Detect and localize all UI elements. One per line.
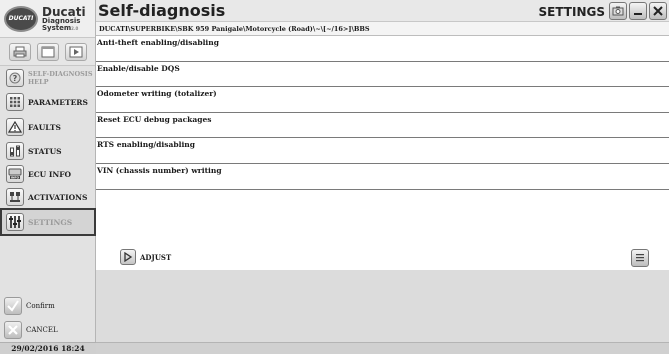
sidebar-item-label: ECU INFO xyxy=(28,169,72,179)
confirm-label: Confirm xyxy=(26,302,55,310)
settings-icon xyxy=(6,213,24,231)
sidebar-item-label: SETTINGS xyxy=(28,217,73,227)
sidebar-item-self-diagnosis-help[interactable]: ? SELF-DIAGNOSIS HELP xyxy=(2,67,94,89)
toolbar-icons xyxy=(0,38,95,66)
section-label: SETTINGS xyxy=(538,5,606,19)
print-icon[interactable] xyxy=(8,42,31,61)
forward-icon[interactable] xyxy=(64,42,87,61)
left-sidebar: DUCATI Ducati Diagnosis System2.0 ? SELF… xyxy=(0,0,96,354)
brand-name: Ducati xyxy=(42,4,86,19)
warning-triangle-icon xyxy=(6,118,24,136)
empty-panel xyxy=(96,270,669,342)
brand-version: 2.0 xyxy=(71,25,79,31)
list-item[interactable]: VIN (chassis number) writing xyxy=(96,164,669,190)
close-icon xyxy=(4,321,22,339)
settings-list: Anti-theft enabling/disabling Enable/dis… xyxy=(96,36,669,271)
activations-icon xyxy=(6,188,24,206)
sidebar-item-activations[interactable]: ACTIVATIONS xyxy=(2,186,94,208)
screenshot-icon[interactable] xyxy=(609,2,627,20)
play-arrow-icon xyxy=(120,249,136,265)
sidebar-item-faults[interactable]: FAULTS xyxy=(2,116,94,138)
document-list-icon[interactable] xyxy=(631,249,649,267)
sidebar-item-label: PARAMETERS xyxy=(28,97,88,107)
sidebar-item-ecu-info[interactable]: INFO ECU INFO xyxy=(2,163,94,185)
list-item[interactable]: Reset ECU debug packages xyxy=(96,113,669,139)
page-header: Self-diagnosis SETTINGS xyxy=(96,0,669,22)
badge-text: DUCATI xyxy=(8,15,34,22)
parameters-grid-icon xyxy=(6,93,24,111)
datetime-display: 29/02/2016 18:24 xyxy=(0,342,96,354)
brand-line3: System2.0 xyxy=(42,23,86,32)
sidebar-item-parameters[interactable]: PARAMETERS xyxy=(2,91,94,113)
status-toggle-icon xyxy=(6,142,24,160)
brand-line3-text: System xyxy=(42,23,72,32)
sidebar-item-label: STATUS xyxy=(28,146,62,156)
page-title: Self-diagnosis xyxy=(98,1,226,20)
sidebar-item-status[interactable]: STATUS xyxy=(2,140,94,162)
minimize-icon[interactable] xyxy=(629,2,647,20)
sidebar-item-settings[interactable]: SETTINGS xyxy=(0,208,96,236)
svg-text:INFO: INFO xyxy=(11,176,20,180)
status-strip xyxy=(96,342,669,354)
list-item[interactable]: Anti-theft enabling/disabling xyxy=(96,36,669,62)
adjust-label: ADJUST xyxy=(140,252,172,262)
window-icon[interactable] xyxy=(36,42,59,61)
close-window-icon[interactable] xyxy=(649,2,667,20)
sidebar-item-label: FAULTS xyxy=(28,122,61,132)
confirm-button[interactable]: Confirm xyxy=(4,296,92,316)
sidebar-item-label: ACTIVATIONS xyxy=(28,192,88,202)
ecu-info-icon: INFO xyxy=(6,165,24,183)
action-bar: ADJUST xyxy=(96,246,669,270)
list-item[interactable]: RTS enabling/disabling xyxy=(96,138,669,164)
cancel-label: CANCEL xyxy=(26,326,58,334)
checkmark-icon xyxy=(4,297,22,315)
list-item[interactable]: Enable/disable DQS xyxy=(96,62,669,88)
ducati-badge-icon: DUCATI xyxy=(4,5,38,32)
help-icon: ? xyxy=(6,69,24,87)
cancel-button[interactable]: CANCEL xyxy=(4,320,92,340)
breadcrumb: DUCATI\SUPERBIKE\SBK 959 Panigale\Motorc… xyxy=(96,22,669,36)
brand-logo: DUCATI Ducati Diagnosis System2.0 xyxy=(0,0,95,38)
brand-text: Ducati Diagnosis System2.0 xyxy=(42,6,86,32)
adjust-button[interactable]: ADJUST xyxy=(120,249,171,265)
list-item[interactable]: Odometer writing (totalizer) xyxy=(96,87,669,113)
svg-text:?: ? xyxy=(13,74,18,83)
sidebar-item-label: SELF-DIAGNOSIS HELP xyxy=(28,70,93,86)
